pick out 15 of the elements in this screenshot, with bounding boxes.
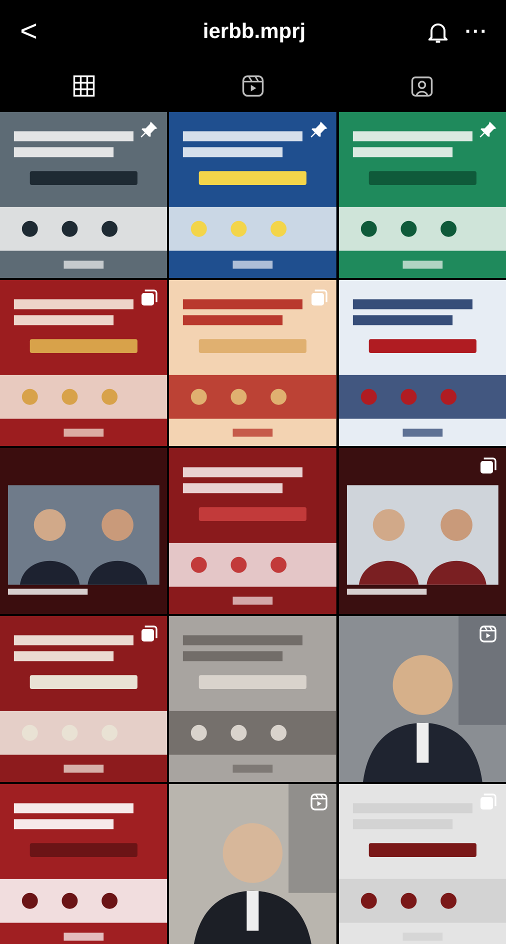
pin-icon (478, 120, 498, 140)
more-button[interactable]: ··· (459, 20, 494, 44)
pin-icon (308, 120, 329, 140)
grid-icon (71, 73, 98, 99)
carousel-icon (308, 288, 329, 308)
carousel-icon (139, 624, 160, 644)
carousel-icon (139, 288, 160, 308)
carousel-icon (478, 792, 498, 812)
back-button[interactable]: < (14, 15, 44, 49)
profile-username: ierbb.mprj (202, 20, 307, 44)
reels-icon (240, 73, 266, 99)
reel-icon (308, 792, 329, 812)
pin-icon (139, 120, 160, 140)
carousel-icon (478, 456, 498, 476)
reel-icon (478, 624, 498, 644)
